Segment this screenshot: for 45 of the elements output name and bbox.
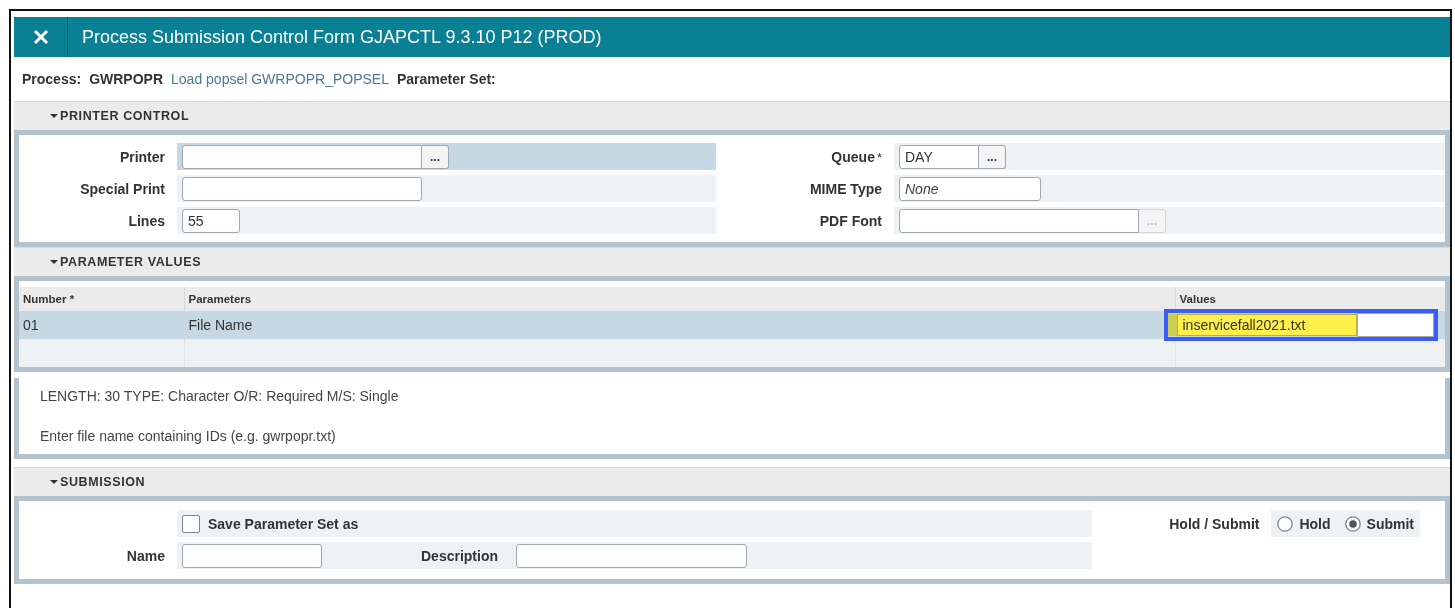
process-code: GWRPOPR	[89, 71, 164, 87]
name-field[interactable]	[182, 543, 322, 568]
radio-button[interactable]: Hold	[1277, 515, 1331, 532]
column-header[interactable]: Parameters	[184, 287, 1175, 311]
table-cell: 01	[19, 311, 184, 339]
caret-icon[interactable]	[50, 258, 58, 266]
column-header[interactable]: Values	[1175, 287, 1445, 311]
field-label: Name	[125, 547, 166, 564]
field-label: PDF Font	[818, 212, 883, 229]
checkbox-label: Save Parameter Set as	[208, 515, 359, 532]
column-header[interactable]: Number *	[19, 287, 184, 311]
window-title: Process Submission Control Form GJAPCTL 9.3.10 P12 (PROD)	[81, 26, 602, 48]
close-icon	[32, 29, 49, 45]
caret-icon[interactable]	[50, 478, 58, 486]
text-field[interactable]: None	[899, 176, 1041, 201]
field-label: Lines	[127, 212, 166, 229]
checkbox[interactable]	[182, 514, 200, 533]
caret-icon[interactable]	[50, 112, 58, 120]
radio-icon[interactable]	[1277, 515, 1294, 532]
field-label: Printer	[118, 148, 166, 165]
parameter-set-label: Parameter Set:	[396, 71, 496, 87]
field-label: Special Print	[79, 180, 166, 197]
radio-icon[interactable]	[1344, 515, 1361, 532]
radio-button[interactable]: Submit	[1344, 515, 1414, 532]
parameter-info-text: LENGTH: 30 TYPE: Character O/R: Required M/S: Single	[40, 388, 400, 404]
lookup-button[interactable]: ...	[979, 144, 1006, 169]
text-field[interactable]: DAY	[899, 144, 979, 169]
text-field[interactable]	[182, 144, 422, 169]
field-label: Queue*	[830, 148, 883, 165]
value-field[interactable]: inservicefall2021.txt	[1163, 309, 1438, 341]
section-title[interactable]: PARAMETER VALUES	[60, 255, 202, 269]
field-label: Hold / Submit	[1169, 515, 1261, 532]
field-label: Description	[420, 547, 498, 564]
text-field[interactable]	[182, 176, 422, 201]
section-title[interactable]: SUBMISSION	[60, 475, 146, 489]
lookup-button[interactable]: ...	[422, 144, 449, 169]
section-title[interactable]: PRINTER CONTROL	[60, 109, 190, 123]
text-field[interactable]	[899, 208, 1139, 233]
description-field[interactable]	[516, 543, 747, 568]
field-label: MIME Type	[808, 180, 883, 197]
text-field[interactable]: 55	[182, 208, 240, 233]
process-description: Load popsel GWRPOPR_POPSEL	[171, 71, 389, 87]
parameter-info-text: Enter file name containing IDs (e.g. gwrpopr.txt)	[40, 428, 337, 444]
table-cell: File Name	[184, 311, 1175, 339]
process-label: Process:	[22, 71, 82, 87]
